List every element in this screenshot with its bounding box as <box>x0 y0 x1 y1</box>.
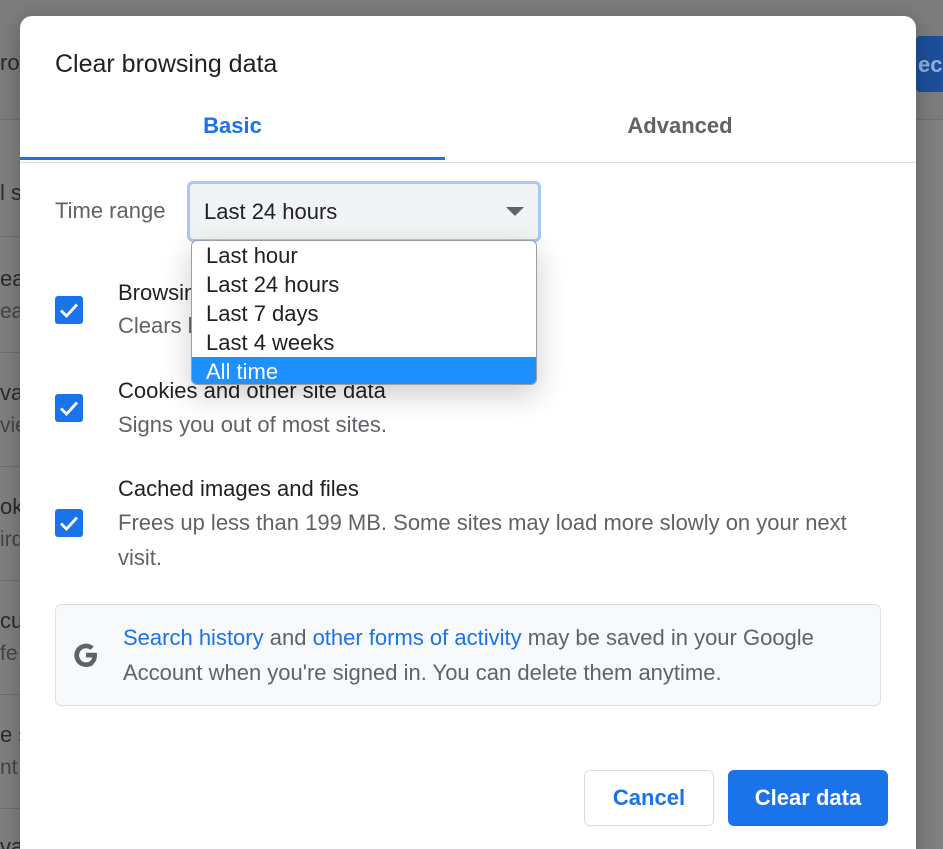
option-last-hour[interactable]: Last hour <box>192 241 536 270</box>
google-g-icon <box>74 643 97 667</box>
checkmark-icon <box>60 401 79 417</box>
dropdown-arrow-icon <box>506 207 524 216</box>
checkmark-icon <box>60 516 79 532</box>
other-activity-link[interactable]: other forms of activity <box>313 625 522 650</box>
clear-data-button[interactable]: Clear data <box>728 770 888 826</box>
background-text: ro <box>0 50 20 75</box>
option-last-4-weeks[interactable]: Last 4 weeks <box>192 328 536 357</box>
dialog-title: Clear browsing data <box>55 50 278 78</box>
time-range-selected-value: Last 24 hours <box>204 199 338 224</box>
background-divider <box>0 352 22 353</box>
browsing-history-checkbox[interactable] <box>55 296 83 324</box>
cancel-button[interactable]: Cancel <box>584 770 714 826</box>
tab-advanced[interactable]: Advanced <box>470 106 890 162</box>
tab-bar: Basic Advanced <box>20 106 916 163</box>
search-history-link[interactable]: Search history <box>123 625 264 650</box>
background-divider <box>0 694 22 695</box>
active-tab-indicator <box>20 157 445 160</box>
time-range-select[interactable]: Last 24 hours <box>187 181 541 242</box>
info-text-and: and <box>263 625 313 650</box>
background-divider <box>0 466 22 467</box>
background-text: nt <box>0 756 18 779</box>
background-divider <box>0 236 22 237</box>
option-last-7-days[interactable]: Last 7 days <box>192 299 536 328</box>
time-range-dropdown-list: Last hour Last 24 hours Last 7 days Last… <box>191 240 537 385</box>
info-text: Search history and other forms of activi… <box>123 620 863 690</box>
background-divider <box>0 808 22 809</box>
cache-checkbox[interactable] <box>55 509 83 537</box>
cache-title: Cached images and files <box>118 476 359 501</box>
background-text: l s <box>0 180 22 205</box>
option-all-time[interactable]: All time <box>192 357 536 384</box>
cookies-checkbox[interactable] <box>55 394 83 422</box>
background-text: fe <box>0 642 18 665</box>
cache-desc: Frees up less than 199 MB. Some sites ma… <box>118 510 847 570</box>
cookies-desc: Signs you out of most sites. <box>118 412 388 437</box>
background-button-text: ecl <box>918 52 943 77</box>
google-account-info-box: Search history and other forms of activi… <box>55 604 881 706</box>
tab-basic[interactable]: Basic <box>20 106 445 162</box>
checkmark-icon <box>60 303 79 319</box>
time-range-label: Time range <box>55 198 166 223</box>
option-last-24-hours[interactable]: Last 24 hours <box>192 270 536 299</box>
background-divider <box>0 580 22 581</box>
clear-browsing-data-dialog: Clear browsing data Basic Advanced Time … <box>20 16 916 849</box>
